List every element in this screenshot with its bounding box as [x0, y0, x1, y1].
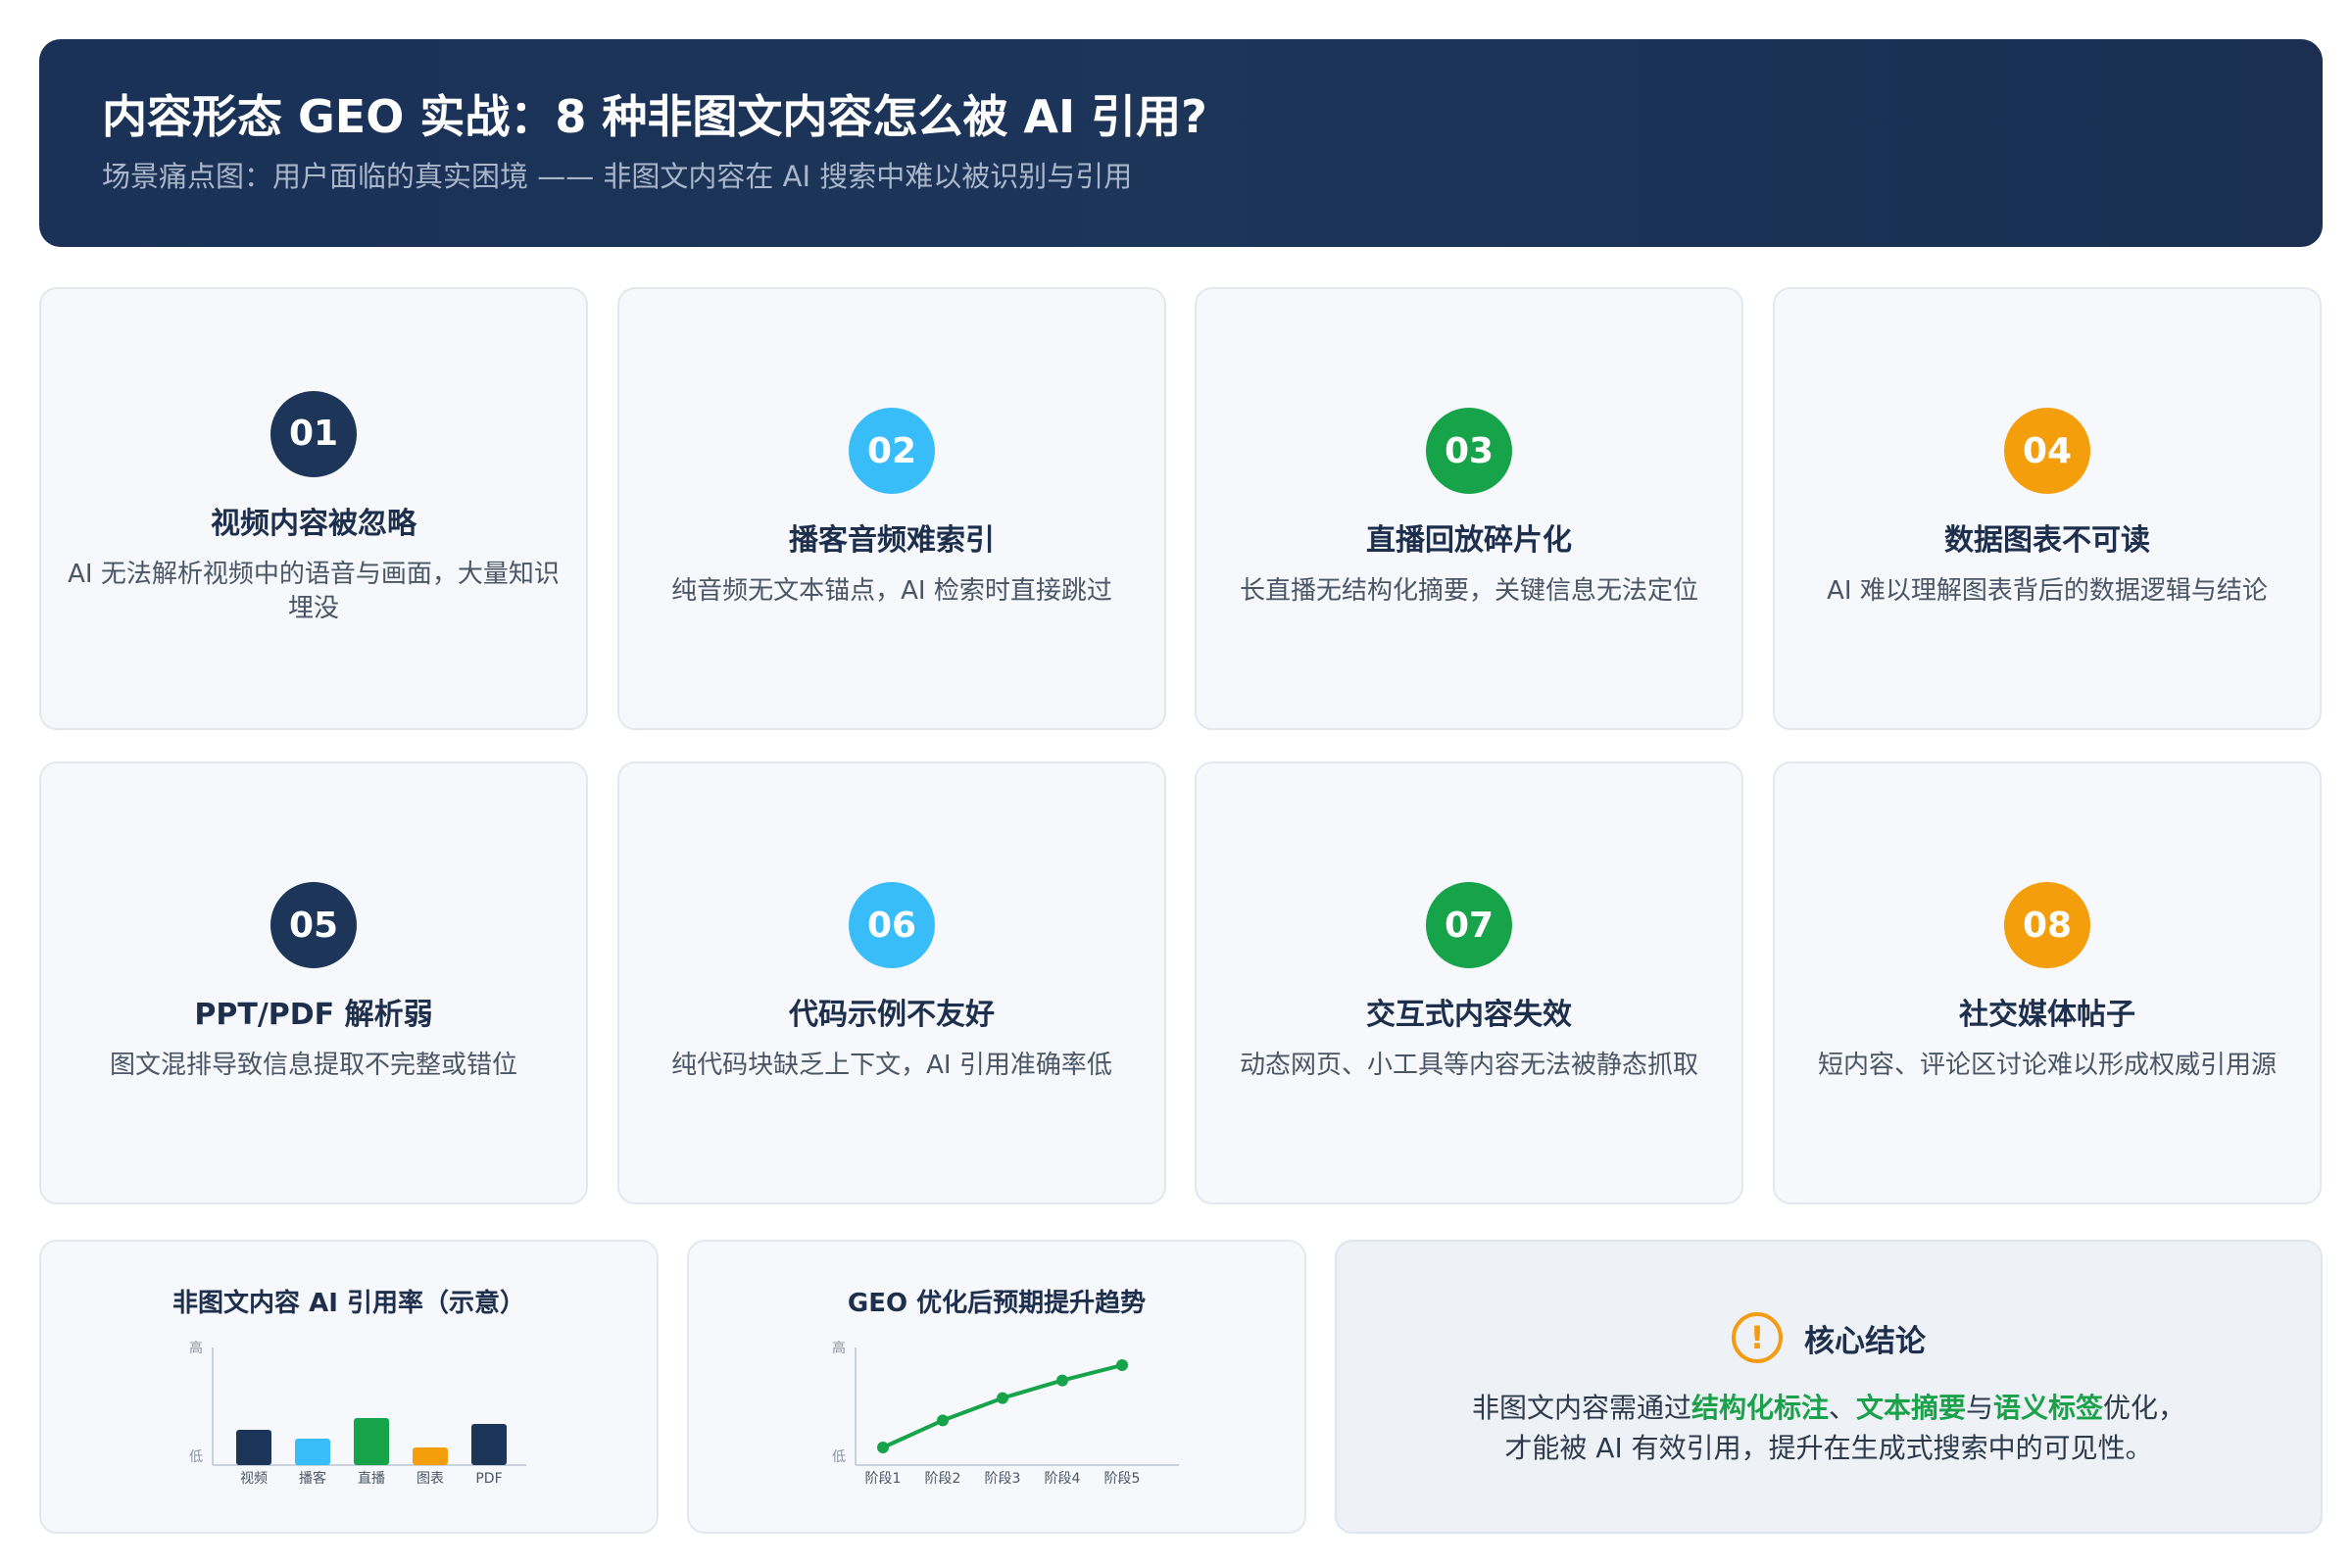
page-title: 内容形态 GEO 实战：8 种非图文内容怎么被 AI 引用? [102, 90, 1207, 143]
warning-icon: ! [1732, 1312, 1783, 1363]
conclusion-title: 核心结论 [1804, 1323, 1926, 1359]
bar [354, 1418, 389, 1465]
card-description: 纯代码块缺乏上下文，AI 引用准确率低 [671, 1051, 1112, 1081]
x-tick-label: 图表 [416, 1471, 444, 1487]
card-number-badge: 08 [2004, 882, 2090, 969]
bar [413, 1447, 448, 1465]
card-title: PPT/PDF 解析弱 [194, 998, 433, 1033]
x-tick-label: 阶段5 [1104, 1471, 1141, 1487]
x-tick-label: 视频 [240, 1471, 268, 1487]
card-title: 直播回放碎片化 [1366, 523, 1572, 559]
card-number-badge: 04 [2004, 408, 2090, 495]
pain-point-card: 07 交互式内容失效 动态网页、小工具等内容无法被静态抓取 [1195, 761, 1743, 1204]
card-description: AI 无法解析视频中的语音与画面，大量知识埋没 [68, 559, 560, 623]
card-number-badge: 03 [1426, 408, 1512, 495]
bar [295, 1439, 330, 1465]
card-number-badge: 05 [270, 882, 357, 969]
bar-chart: 高低视频 播客 直播 图表 PDF [189, 1340, 526, 1487]
card-title: 代码示例不友好 [789, 998, 995, 1033]
x-tick-label: 阶段4 [1045, 1471, 1081, 1487]
card-description: 纯音频无文本锚点，AI 检索时直接跳过 [671, 576, 1112, 607]
pain-point-card: 03 直播回放碎片化 长直播无结构化摘要，关键信息无法定位 [1195, 287, 1743, 730]
conclusion-text-part: 才能被 AI 有效引用，提升在生成式搜索中的可见性。 [1504, 1431, 2153, 1464]
conclusion-text-part: 与 [1966, 1392, 1994, 1424]
card-description: 短内容、评论区讨论难以形成权威引用源 [1817, 1051, 2277, 1081]
conclusion-text-part: 优化， [2103, 1392, 2186, 1424]
header-banner: 内容形态 GEO 实战：8 种非图文内容怎么被 AI 引用? 场景痛点图：用户面… [39, 39, 2323, 247]
data-point [1056, 1374, 1068, 1387]
x-tick-label: 阶段3 [985, 1471, 1021, 1487]
bar [236, 1430, 271, 1465]
card-description: 动态网页、小工具等内容无法被静态抓取 [1239, 1051, 1698, 1081]
x-tick-label: PDF [475, 1471, 502, 1487]
line-chart: 高低阶段1 阶段2 阶段3 阶段4 阶段5 [832, 1340, 1179, 1487]
card-number-badge: 02 [849, 408, 935, 495]
y-tick-label: 高 [189, 1340, 203, 1356]
pain-point-card: 05 PPT/PDF 解析弱 图文混排导致信息提取不完整或错位 [39, 761, 588, 1204]
conclusion-text: 非图文内容需通过结构化标注、文本摘要与语义标签优化， 才能被 AI 有效引用，提… [1376, 1389, 2281, 1468]
pain-point-card: 01 视频内容被忽略 AI 无法解析视频中的语音与画面，大量知识埋没 [39, 287, 588, 730]
bar-chart-panel: 非图文内容 AI 引用率（示意） 高低视频 播客 直播 图表 PDF [39, 1240, 659, 1534]
card-description: 图文混排导致信息提取不完整或错位 [109, 1051, 517, 1081]
line-chart-panel: GEO 优化后预期提升趋势 高低阶段1 阶段2 阶段3 阶段4 阶段5 [687, 1240, 1306, 1534]
highlight-semantic-tags: 语义标签 [1993, 1392, 2104, 1424]
card-title: 数据图表不可读 [1944, 523, 2150, 559]
data-point [1116, 1359, 1128, 1371]
conclusion-header: ! 核心结论 [1337, 1312, 2321, 1363]
data-point [997, 1392, 1008, 1404]
pain-point-card: 06 代码示例不友好 纯代码块缺乏上下文，AI 引用准确率低 [617, 761, 1166, 1204]
conclusion-text-part: 非图文内容需通过 [1471, 1392, 1691, 1424]
conclusion-text-part: 、 [1828, 1392, 1856, 1424]
x-tick-label: 阶段2 [925, 1471, 961, 1487]
y-tick-label: 低 [189, 1449, 203, 1465]
card-number-badge: 06 [849, 882, 935, 969]
card-title: 交互式内容失效 [1366, 998, 1572, 1033]
y-tick-label: 高 [832, 1340, 846, 1356]
card-number-badge: 07 [1426, 882, 1512, 969]
x-tick-label: 直播 [358, 1470, 385, 1487]
x-tick-label: 阶段1 [865, 1471, 902, 1487]
pain-point-card: 08 社交媒体帖子 短内容、评论区讨论难以形成权威引用源 [1773, 761, 2322, 1204]
page-subtitle: 场景痛点图：用户面临的真实困境 —— 非图文内容在 AI 搜索中难以被识别与引用 [102, 160, 1133, 194]
data-point [937, 1414, 949, 1427]
card-title: 视频内容被忽略 [211, 506, 416, 541]
card-number-badge: 01 [270, 390, 357, 477]
highlight-structured-annotation: 结构化标注 [1690, 1392, 1829, 1424]
pain-point-card: 04 数据图表不可读 AI 难以理解图表背后的数据逻辑与结论 [1773, 287, 2322, 730]
pain-point-card: 02 播客音频难索引 纯音频无文本锚点，AI 检索时直接跳过 [617, 287, 1166, 730]
card-description: 长直播无结构化摘要，关键信息无法定位 [1239, 576, 1698, 607]
data-point [877, 1442, 889, 1453]
highlight-text-summary: 文本摘要 [1855, 1392, 1966, 1424]
bar [471, 1424, 507, 1465]
card-title: 播客音频难索引 [789, 523, 995, 559]
conclusion-panel: ! 核心结论 非图文内容需通过结构化标注、文本摘要与语义标签优化， 才能被 AI… [1335, 1240, 2323, 1534]
card-description: AI 难以理解图表背后的数据逻辑与结论 [1827, 576, 2268, 607]
y-tick-label: 低 [832, 1449, 846, 1465]
x-tick-label: 播客 [299, 1470, 326, 1487]
card-title: 社交媒体帖子 [1959, 998, 2135, 1033]
series-line [882, 1363, 1123, 1449]
